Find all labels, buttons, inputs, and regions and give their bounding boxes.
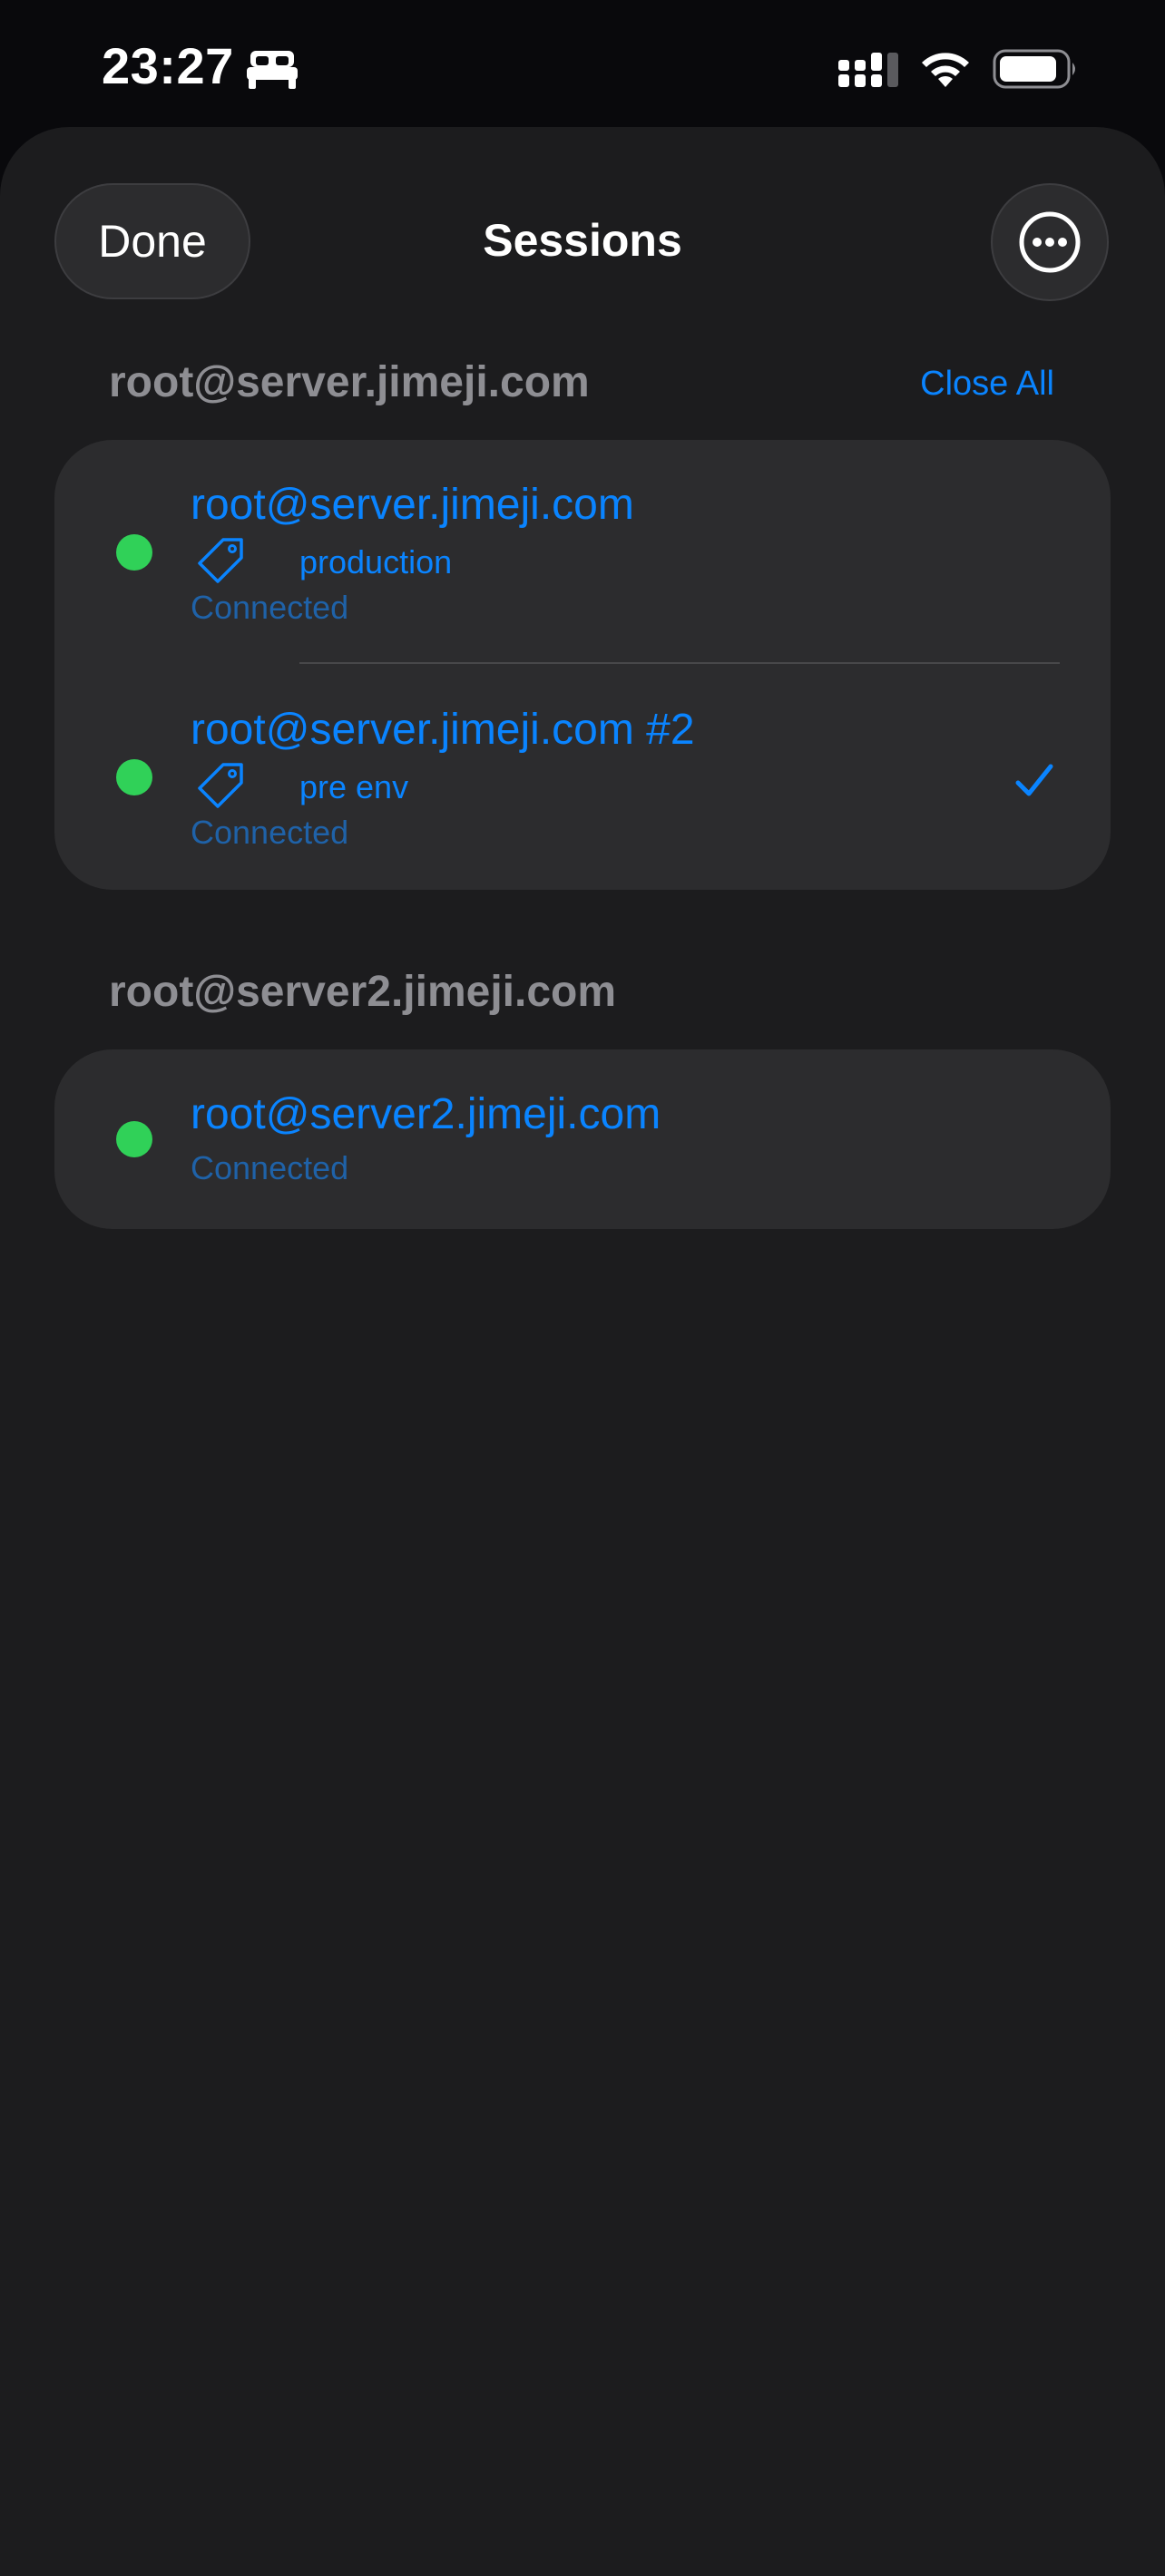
session-status: Connected <box>191 1149 349 1186</box>
more-button[interactable] <box>991 183 1109 301</box>
session-row-selected[interactable]: root@server.jimeji.com #2 pre env Connec… <box>54 665 1111 890</box>
session-status: Connected <box>191 589 349 626</box>
battery-icon <box>993 49 1075 89</box>
session-group-server: root@server.jimeji.com production Connec… <box>54 440 1111 890</box>
group-header-server2: root@server2.jimeji.com <box>109 968 617 1016</box>
status-bar: 23:27 <box>0 0 1165 127</box>
close-all-button[interactable]: Close All <box>920 365 1054 404</box>
session-host: root@server.jimeji.com <box>191 481 634 529</box>
sessions-sheet: Done Sessions root@server.jimeji.com Clo… <box>0 127 1165 2576</box>
connected-status-dot <box>116 534 152 571</box>
status-time: 23:27 <box>102 37 234 94</box>
tag-icon <box>198 538 243 583</box>
session-row[interactable]: root@server2.jimeji.com Connected <box>54 1049 1111 1229</box>
ellipsis-circle-icon <box>1019 211 1081 273</box>
session-row[interactable]: root@server.jimeji.com production Connec… <box>54 440 1111 665</box>
session-group-server2: root@server2.jimeji.com Connected <box>54 1049 1111 1229</box>
tag-icon <box>198 763 243 808</box>
session-status: Connected <box>191 814 349 851</box>
connected-status-dot <box>116 759 152 795</box>
bed-icon <box>247 51 298 89</box>
row-divider <box>299 662 1060 664</box>
group-header-server: root@server.jimeji.com <box>109 358 590 406</box>
session-host: root@server2.jimeji.com <box>191 1090 661 1138</box>
wifi-icon <box>922 53 969 87</box>
connected-status-dot <box>116 1121 152 1157</box>
session-tag: pre env <box>299 768 409 805</box>
cellular-signal-icon <box>838 53 898 87</box>
session-tag: production <box>299 543 453 581</box>
session-host: root@server.jimeji.com #2 <box>191 706 695 754</box>
checkmark-icon <box>1015 764 1053 796</box>
